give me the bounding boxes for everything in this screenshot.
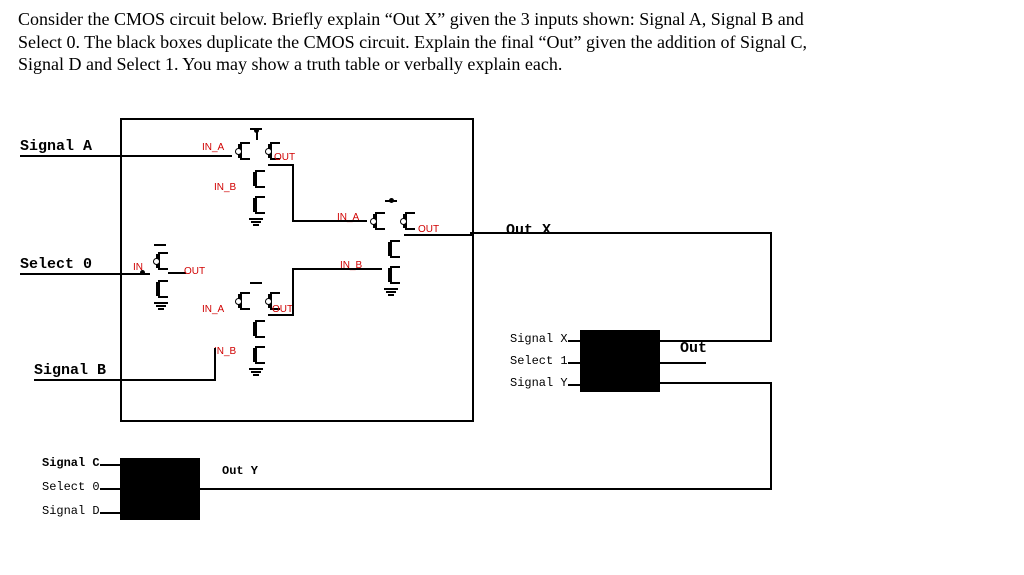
question-line-2: Select 0. The black boxes duplicate the … [18,32,807,52]
question-line-3: Signal D and Select 1. You may show a tr… [18,54,562,74]
nand2-nmos-a [247,318,269,340]
label-select-0: Select 0 [20,256,92,273]
label-out: Out [680,340,707,357]
nand1-out-wire [268,164,292,166]
page-root: Consider the CMOS circuit below. Briefly… [0,0,1024,575]
inverter-vdd [154,244,166,246]
inverter-nmos [150,278,172,300]
nand1-vdd-dot [254,128,259,133]
label-select-1: Select 1 [510,354,568,368]
nand3-vdd-dot [389,198,394,203]
label-select-0b: Select 0 [42,480,100,494]
inverter-pmos [150,250,172,272]
wire-sigx-in [660,340,772,342]
wire-nand2-to3 [292,268,294,316]
label-signal-x: Signal X [510,332,568,346]
inv-in-label: IN [133,262,143,273]
nand1-ina: IN_A [202,142,224,153]
nand3-pmos-b [397,210,419,232]
question-text: Consider the CMOS circuit below. Briefly… [18,8,1008,76]
wire-select-0 [20,273,120,275]
inv-out-label: OUT [184,266,205,277]
wire-sigy-in [660,382,772,384]
main-cmos-box: IN OUT IN_A IN_B OUT [120,118,474,422]
wire-b-up [214,348,216,381]
nand2-vdd [250,282,262,284]
wire-sel-0b [100,488,120,490]
wire-signal-b [34,379,120,381]
wire-sig-d [100,512,120,514]
wire-sig-c [100,464,120,466]
duplicate-box-2 [580,330,660,392]
label-signal-b: Signal B [34,362,106,379]
wire-sigy-stub [568,384,580,386]
nand1-inb: IN_B [214,182,236,193]
label-out-x: Out X [506,222,551,239]
wire-signal-a [20,155,120,157]
nand3-nmos-b [382,264,404,286]
label-signal-c: Signal C [42,456,100,470]
nand2-ina: IN_A [202,304,224,315]
nand3-out-label: OUT [418,224,439,235]
wire-out-final [660,362,706,364]
wire-outx-down [770,232,772,340]
wire-sel1-stub [568,362,580,364]
nand1-pmos-a [232,140,254,162]
nand2-pmos-a [232,290,254,312]
nand2-nmos-b [247,344,269,366]
wire-nand1-to3h [292,220,367,222]
question-line-1: Consider the CMOS circuit below. Briefly… [18,9,804,29]
wire-b-in [122,379,214,381]
label-out-y: Out Y [222,464,258,478]
label-signal-y: Signal Y [510,376,568,390]
wire-outx-right [470,232,770,234]
nand3-pmos-a [367,210,389,232]
label-signal-a: Signal A [20,138,92,155]
nand2-out-label: OUT [272,304,293,315]
wire-nand2-to3h [292,268,382,270]
wire-a-in [122,155,232,157]
nand2-inb: IN_B [214,346,236,357]
wire-outy-up [770,382,772,490]
nand1-out-label: OUT [274,152,295,163]
duplicate-box-1 [120,458,200,520]
wire-nand1-to3 [292,164,294,220]
wire-outy-right [200,488,770,490]
wire-sel-in [122,273,150,275]
wire-sigx-stub [568,340,580,342]
label-signal-d: Signal D [42,504,100,518]
nand1-nmos-a [247,168,269,190]
nand1-nmos-b [247,194,269,216]
nand3-nmos-a [382,238,404,260]
